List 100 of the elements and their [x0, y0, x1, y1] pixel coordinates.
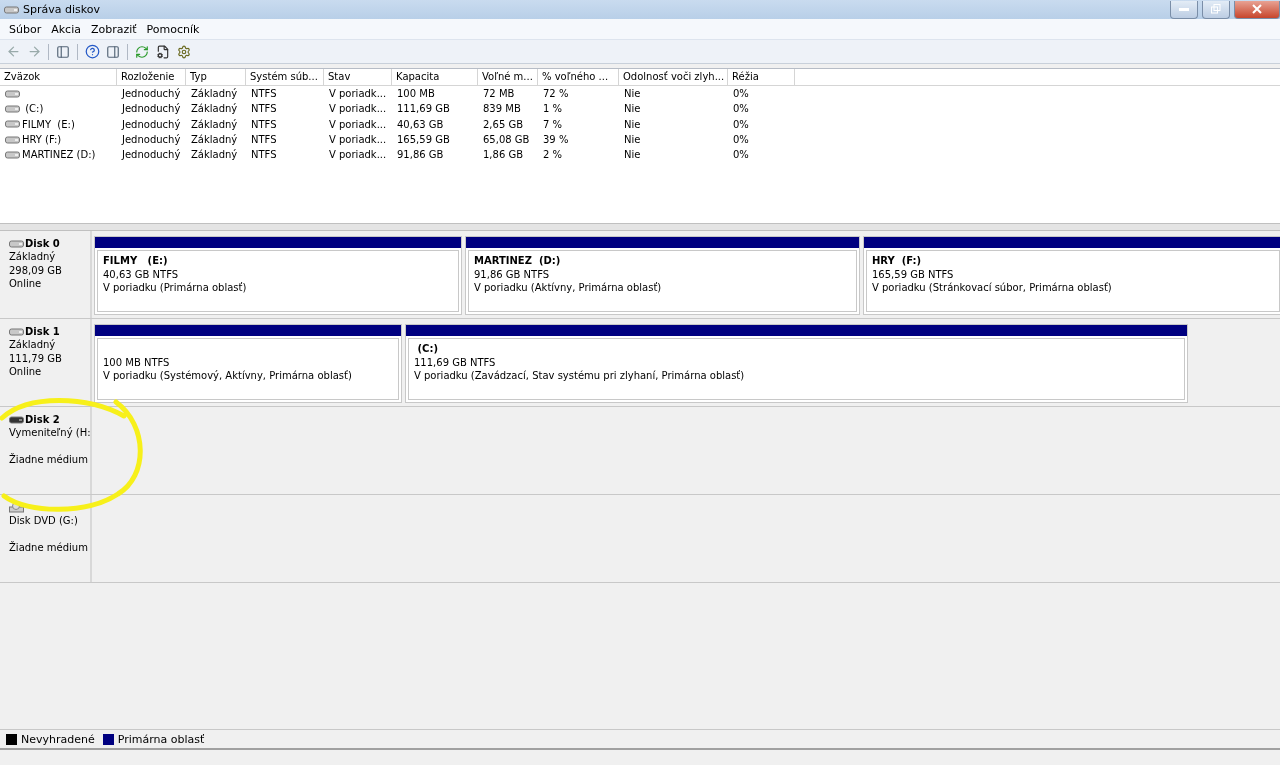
- partition-status: V poriadku (Zavádzací, Stav systému pri zlyhaní, Primárna oblasť): [414, 369, 746, 383]
- table-cell-text: 0%: [733, 87, 749, 102]
- partition-status: V poriadku (Stránkovací súbor, Primárna oblasť): [872, 281, 1113, 295]
- table-cell-text: Jednoduchý: [122, 87, 181, 102]
- partition-block[interactable]: (C:) 111,69 GB NTFS V poriadku (Zavádzací, Stav systému pri zlyhaní, Primárna oblasť): [405, 324, 1188, 403]
- table-cell-text: NTFS: [251, 87, 277, 102]
- disk-type: Základný: [9, 338, 57, 352]
- column-header[interactable]: Stav: [324, 69, 392, 85]
- drive-icon: [5, 150, 20, 159]
- table-cell-text: V poriadk...: [329, 148, 387, 163]
- table-cell-text: NTFS: [251, 133, 277, 148]
- table-cell-text: 40,63 GB: [397, 117, 444, 132]
- table-cell-text: Základný: [191, 87, 238, 102]
- disk-status: Online: [9, 365, 43, 379]
- table-cell-text: Základný: [191, 148, 238, 163]
- table-cell-text: 0%: [733, 148, 749, 163]
- cd-drive-icon: [9, 502, 24, 513]
- minimize-icon: [1179, 7, 1189, 11]
- column-header[interactable]: Zväzok: [0, 69, 117, 85]
- table-cell-text: Základný: [191, 102, 238, 117]
- table-cell-text: 0%: [733, 102, 749, 117]
- column-header[interactable]: Odolnosť voči zlyh...: [619, 69, 728, 85]
- partition-size: 165,59 GB NTFS: [872, 267, 955, 281]
- table-cell-text: 2,65 GB: [483, 117, 524, 132]
- column-header[interactable]: Systém súb...: [246, 69, 324, 85]
- table-cell-text: Jednoduchý: [122, 148, 181, 163]
- table-cell-text: 2 %: [543, 148, 563, 163]
- column-header[interactable]: Typ: [186, 69, 246, 85]
- partition-status: V poriadku (Primárna oblasť): [103, 281, 248, 295]
- partition-size: 111,69 GB NTFS: [414, 355, 497, 369]
- drive-icon: [4, 5, 19, 14]
- refresh-icon[interactable]: [135, 44, 149, 59]
- column-header[interactable]: Rozloženie: [117, 69, 186, 85]
- disk-type: Vymeniteľný (H:: [9, 426, 90, 440]
- table-cell-text: 91,86 GB: [397, 148, 444, 163]
- menu-item[interactable]: Súbor: [4, 22, 47, 36]
- table-cell-text: NTFS: [251, 148, 277, 163]
- restore-button[interactable]: [1202, 0, 1230, 19]
- restore-icon: [1211, 4, 1221, 14]
- table-cell-text: 839 MB: [483, 102, 521, 117]
- table-cell-text: Základný: [191, 133, 238, 148]
- back-icon[interactable]: [5, 44, 21, 59]
- table-cell-text: 111,69 GB: [397, 102, 450, 117]
- drive-icon: [5, 120, 20, 129]
- table-cell-text: Jednoduchý: [122, 117, 181, 132]
- drive-icon: [9, 327, 24, 336]
- close-icon: [1252, 4, 1262, 14]
- disk-title: Disk 0: [25, 238, 60, 249]
- partition-name: (C:): [416, 342, 439, 356]
- column-header[interactable]: Voľné m...: [478, 69, 538, 85]
- table-cell-text: FILMY (E:): [22, 117, 75, 132]
- window-title: Správa diskov: [23, 3, 101, 16]
- menu-item[interactable]: Akcia: [46, 22, 86, 36]
- table-cell-text: V poriadk...: [329, 102, 387, 117]
- table-cell-text: NTFS: [251, 117, 277, 132]
- column-header[interactable]: Kapacita: [392, 69, 478, 85]
- minimize-button[interactable]: [1170, 0, 1198, 19]
- panel-icon[interactable]: [106, 44, 120, 59]
- table-cell-text: 0%: [733, 133, 749, 148]
- table-cell-text: Nie: [624, 102, 641, 117]
- drive-icon: [5, 89, 20, 98]
- disk-status: Online: [9, 277, 43, 291]
- table-cell-text: 100 MB: [397, 87, 435, 102]
- legend-label: Primárna oblasť: [117, 732, 205, 746]
- partition-size: 100 MB NTFS: [103, 355, 171, 369]
- partition-block[interactable]: MARTINEZ (D:) 91,86 GB NTFS V poriadku (Aktívny, Primárna oblasť): [465, 236, 860, 315]
- table-cell-text: 7 %: [543, 117, 563, 132]
- disk-type: Základný: [9, 250, 57, 264]
- legend-label: Nevyhradené: [21, 732, 95, 746]
- table-cell-text: 0%: [733, 117, 749, 132]
- table-cell-text: Nie: [624, 148, 641, 163]
- partition-block[interactable]: HRY (F:) 165,59 GB NTFS V poriadku (Stránkovací súbor, Primárna oblasť): [863, 236, 1280, 315]
- partition-block[interactable]: 100 MB NTFS V poriadku (Systémový, Aktívny, Primárna oblasť): [94, 324, 402, 403]
- partition-name: MARTINEZ (D:): [474, 254, 562, 268]
- table-cell-text: V poriadk...: [329, 133, 387, 148]
- close-button[interactable]: [1234, 0, 1280, 19]
- disk-size: 111,79 GB: [9, 351, 63, 365]
- settings-icon[interactable]: [177, 44, 191, 59]
- table-cell-text: V poriadk...: [329, 117, 387, 132]
- disk-status: Žiadne médium: [9, 453, 89, 467]
- disk-status: Žiadne médium: [9, 541, 89, 555]
- table-cell-text: 39 %: [543, 133, 569, 148]
- column-header[interactable]: Réžia: [728, 69, 795, 85]
- table-cell-text: 72 MB: [483, 87, 515, 102]
- disk-size: 298,09 GB: [9, 263, 63, 277]
- panel-icon[interactable]: [56, 44, 70, 59]
- partition-block[interactable]: FILMY (E:) 40,63 GB NTFS V poriadku (Primárna oblasť): [94, 236, 462, 315]
- help-icon[interactable]: [84, 44, 100, 59]
- table-cell-text: 165,59 GB: [397, 133, 450, 148]
- partition-size: 40,63 GB NTFS: [103, 267, 180, 281]
- menu-item[interactable]: Pomocník: [141, 22, 205, 36]
- column-header[interactable]: % voľného ...: [538, 69, 619, 85]
- partition-status: V poriadku (Systémový, Aktívny, Primárna oblasť): [103, 369, 353, 383]
- properties-icon[interactable]: [156, 44, 170, 59]
- table-cell-text: 65,08 GB: [483, 133, 530, 148]
- table-cell-text: Základný: [191, 117, 238, 132]
- menu-item[interactable]: Zobraziť: [85, 22, 142, 36]
- drive-icon: [9, 239, 24, 248]
- forward-icon[interactable]: [26, 44, 42, 59]
- partition-status: V poriadku (Aktívny, Primárna oblasť): [474, 281, 663, 295]
